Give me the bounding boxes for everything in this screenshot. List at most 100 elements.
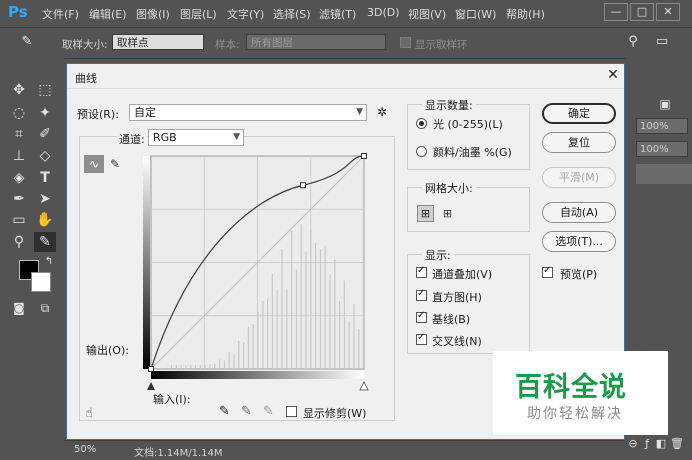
curve-graph[interactable] <box>143 150 369 397</box>
curve-control-point[interactable] <box>300 182 307 189</box>
smooth-button[interactable]: 平滑(M) <box>542 167 616 188</box>
histogram-bar <box>343 280 345 369</box>
grid-simple-icon[interactable]: ⊞ <box>417 205 434 222</box>
histogram-bar <box>315 242 317 369</box>
eraser-tool-icon[interactable]: ◇ <box>34 146 56 166</box>
workspace-icon[interactable]: ▭ <box>651 32 673 52</box>
fill-field[interactable]: 100% <box>636 141 688 157</box>
channel-overlay-checkbox[interactable] <box>416 265 427 278</box>
menu-help[interactable]: 帮助(H) <box>506 6 545 22</box>
pencil-icon[interactable]: ✎ <box>107 155 123 173</box>
crop-tool-icon[interactable]: ⌗ <box>8 124 30 144</box>
histogram-bar <box>286 288 288 369</box>
white-point-slider[interactable] <box>359 381 369 391</box>
intersection-checkbox[interactable] <box>416 332 427 345</box>
menu-filter[interactable]: 滤镜(T) <box>319 6 356 22</box>
menu-window[interactable]: 窗口(W) <box>455 6 496 22</box>
grid-detailed-icon[interactable]: ⊞ <box>439 205 456 222</box>
menu-view[interactable]: 视图(V) <box>408 6 446 22</box>
maximize-button[interactable]: □ <box>630 3 654 21</box>
menu-select[interactable]: 选择(S) <box>273 6 311 22</box>
baseline-checkbox[interactable] <box>416 310 427 323</box>
pen-tool-icon[interactable]: ✒ <box>8 189 30 209</box>
auto-button[interactable]: 自动(A) <box>542 202 616 223</box>
sample-select[interactable]: 所有图层 <box>246 34 386 50</box>
marquee-tool-icon[interactable]: ⬚ <box>34 80 56 100</box>
minimize-button[interactable]: — <box>604 3 628 21</box>
histogram-bar <box>324 245 326 369</box>
path-select-icon[interactable]: ➤ <box>34 189 56 209</box>
preview-label: 预览(P) <box>560 268 598 281</box>
pigment-radio[interactable] <box>416 146 427 157</box>
zoom-tool-icon[interactable]: ⚲ <box>8 232 30 252</box>
channel-select[interactable]: RGB ▼ <box>148 129 244 146</box>
quick-mask-icon[interactable]: ◙ <box>8 298 30 318</box>
menu-file[interactable]: 文件(F) <box>42 6 79 22</box>
close-window-button[interactable]: ✕ <box>656 3 680 21</box>
status-bar: 50% 文档:1.14M/1.14M <box>64 440 624 460</box>
histogram-bar <box>291 230 293 369</box>
search-icon[interactable]: ⚲ <box>622 32 644 52</box>
menu-type[interactable]: 文字(Y) <box>227 6 264 22</box>
white-eyedropper-icon[interactable]: ✎ <box>263 404 274 419</box>
lasso-tool-icon[interactable]: ◌ <box>8 103 30 123</box>
histogram-bar <box>295 269 297 369</box>
screen-mode-icon[interactable]: ⧉ <box>34 298 56 318</box>
show-ring-checkbox[interactable] <box>400 37 411 48</box>
curve-edit-icon[interactable]: ∿ <box>84 155 104 173</box>
target-adjust-icon[interactable]: ☝ <box>85 406 93 421</box>
move-tool-icon[interactable]: ✥ <box>8 80 30 100</box>
type-tool-icon[interactable]: T <box>34 168 56 188</box>
eyedropper-active-icon[interactable]: ✎ <box>34 232 56 252</box>
curve-control-point[interactable] <box>148 366 154 372</box>
light-radio[interactable] <box>416 118 427 129</box>
menu-layer[interactable]: 图层(L) <box>180 6 217 22</box>
delete-layer-icon[interactable]: 🗑 <box>666 434 688 454</box>
preview-checkbox[interactable] <box>542 265 553 278</box>
swap-colors-icon[interactable]: ↰ <box>38 252 60 272</box>
histogram-bar <box>228 351 230 369</box>
sample-value: 所有图层 <box>251 37 293 49</box>
preset-select[interactable]: 自定 ▼ <box>129 104 367 121</box>
bucket-tool-icon[interactable]: ◈ <box>8 168 30 188</box>
show-clipping-checkbox[interactable] <box>286 406 297 417</box>
watermark-logo: 百科全说 助你轻松解决 <box>493 351 668 435</box>
dialog-close-button[interactable]: ✕ <box>604 66 622 84</box>
histogram-bar <box>247 327 249 369</box>
curve-control-point[interactable] <box>361 153 367 159</box>
histogram-bar <box>271 274 273 369</box>
layer-row[interactable] <box>636 164 692 184</box>
preset-gear-icon[interactable]: ✲ <box>377 105 387 119</box>
photoshop-logo: Ps <box>8 3 28 21</box>
menu-edit[interactable]: 编辑(E) <box>89 6 127 22</box>
reset-button[interactable]: 复位 <box>542 132 616 153</box>
channel-value: RGB <box>153 131 177 144</box>
dialog-title: 曲线 <box>75 72 97 85</box>
menu-image[interactable]: 图像(I) <box>136 6 170 22</box>
brush-tool-icon[interactable]: ✐ <box>34 124 56 144</box>
gray-eyedropper-icon[interactable]: ✎ <box>241 404 252 419</box>
histogram-bar <box>175 365 177 369</box>
stamp-tool-icon[interactable]: ⊥ <box>8 146 30 166</box>
hand-tool-icon[interactable]: ✋ <box>34 210 56 230</box>
histogram-bar <box>353 303 355 369</box>
histogram-bar <box>300 224 302 369</box>
histogram-bar <box>243 342 245 369</box>
histogram-checkbox[interactable] <box>416 288 427 301</box>
options-button[interactable]: 选项(T)... <box>542 231 616 252</box>
magic-wand-icon[interactable]: ✦ <box>34 103 56 123</box>
menu-3d[interactable]: 3D(D) <box>367 6 400 19</box>
doc-size: 文档:1.14M/1.14M <box>134 448 223 459</box>
sample-size-select[interactable]: 取样点 <box>112 34 204 50</box>
opacity-field[interactable]: 100% <box>636 118 688 134</box>
rectangle-tool-icon[interactable]: ▭ <box>8 210 30 230</box>
lock-icon[interactable]: ▣ <box>654 94 676 114</box>
background-color-swatch[interactable] <box>31 272 51 292</box>
ok-button[interactable]: 确定 <box>542 103 616 124</box>
black-eyedropper-icon[interactable]: ✎ <box>219 404 230 419</box>
show-amount-title: 显示数量: <box>422 97 476 113</box>
eyedropper-tool-icon[interactable]: ✎ <box>16 32 38 52</box>
black-point-slider[interactable] <box>147 382 155 390</box>
channel-overlay-label: 通道叠加(V) <box>432 268 493 281</box>
title-divider <box>67 88 624 89</box>
